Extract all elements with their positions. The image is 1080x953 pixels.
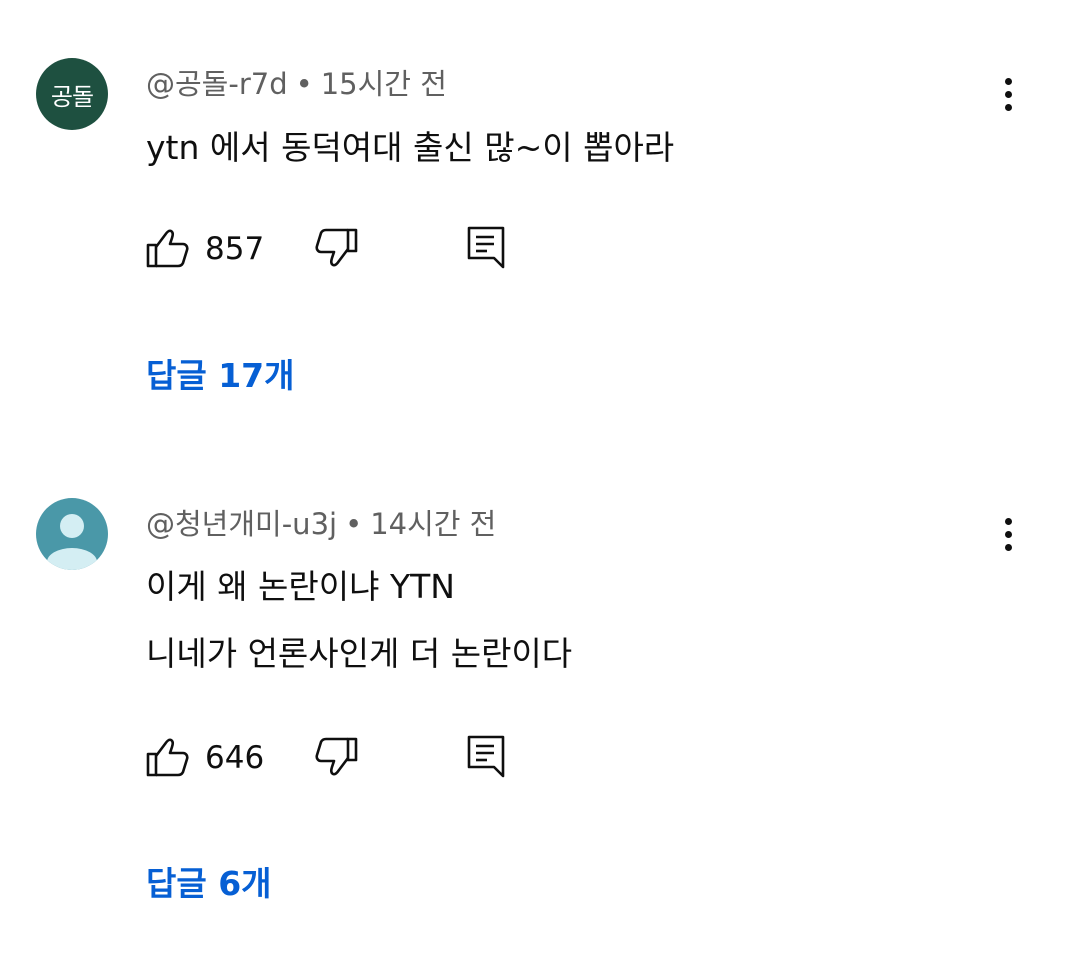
like-button[interactable] (146, 736, 190, 778)
dislike-button[interactable] (314, 736, 358, 778)
like-count: 857 (205, 231, 265, 267)
more-vert-icon (1004, 77, 1012, 85)
like-button[interactable] (146, 227, 190, 269)
comment-text: ytn 에서 동덕여대 출신 많~이 뽑아라 (146, 128, 675, 167)
avatar[interactable]: 공돌 (36, 58, 108, 130)
view-replies-button[interactable]: 답글 17개 (146, 356, 295, 396)
comment-icon (467, 735, 505, 778)
thumb-up-icon (146, 229, 189, 268)
dislike-button[interactable] (314, 227, 358, 269)
view-replies-button[interactable]: 답글 6개 (146, 864, 272, 904)
thumb-up-icon (146, 738, 189, 777)
more-options-button[interactable] (988, 70, 1028, 118)
comment-author[interactable]: @공돌-r7d (146, 67, 288, 101)
more-vert-icon (1004, 517, 1012, 525)
comment-text-line: 이게 왜 논란이냐 YTN (146, 567, 455, 606)
default-avatar-icon (47, 514, 97, 570)
meta-separator: • (345, 507, 363, 541)
more-vert-icon-dot (1004, 530, 1012, 538)
comment-time: 15시간 전 (320, 67, 447, 101)
comment-icon (467, 226, 505, 269)
meta-separator: • (295, 67, 313, 101)
more-options-button[interactable] (988, 510, 1028, 558)
reply-button[interactable] (466, 734, 506, 778)
avatar-initials: 공돌 (50, 82, 94, 111)
comment-meta: @공돌-r7d • 15시간 전 (146, 66, 447, 102)
comment-author[interactable]: @청년개미-u3j (146, 507, 337, 541)
like-count: 646 (205, 740, 265, 776)
avatar[interactable] (36, 498, 108, 570)
more-vert-icon-dot (1004, 103, 1012, 111)
comment-time: 14시간 전 (370, 507, 497, 541)
more-vert-icon-dot (1004, 543, 1012, 551)
more-vert-icon-dot (1004, 90, 1012, 98)
comment-text-line: 니네가 언론사인게 더 논란이다 (146, 634, 573, 673)
thumb-down-icon (315, 737, 358, 776)
comment-meta: @청년개미-u3j • 14시간 전 (146, 506, 496, 542)
reply-button[interactable] (466, 225, 506, 269)
thumb-down-icon (315, 228, 358, 267)
